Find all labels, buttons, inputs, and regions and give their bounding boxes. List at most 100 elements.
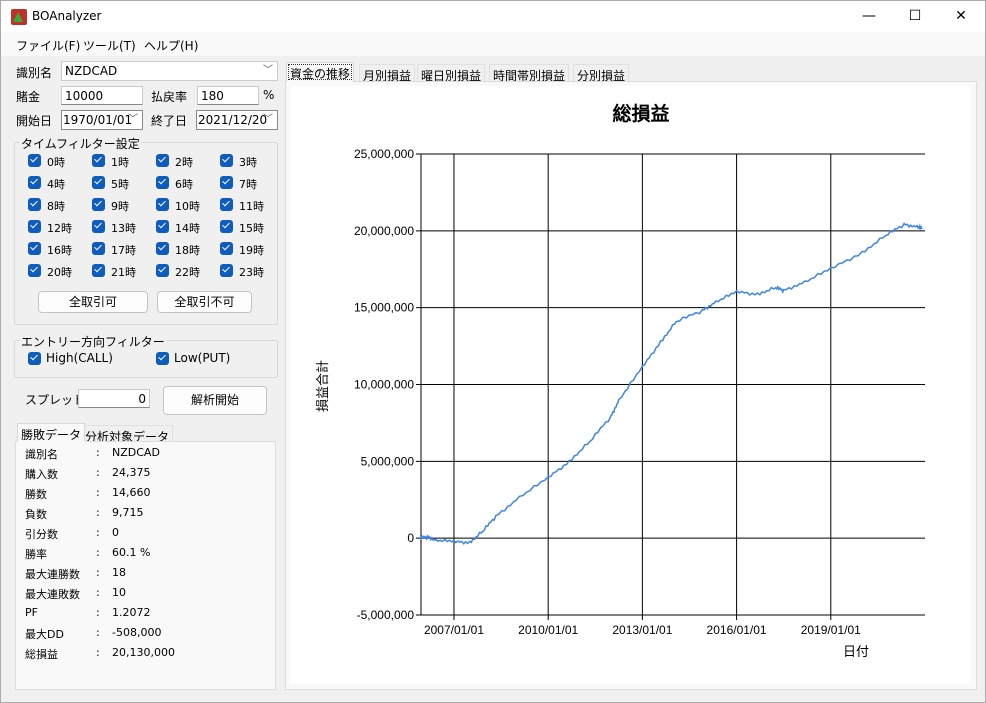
allow-all-button[interactable]: 全取引可: [38, 291, 148, 313]
hour-checkbox[interactable]: [92, 176, 105, 189]
chevron-down-icon: ﹀: [263, 65, 273, 76]
result-colon: :: [96, 466, 100, 479]
title-bar: BOAnalyzer — ☐ ✕: [1, 1, 985, 32]
identifier-label: 識別名: [16, 66, 53, 80]
close-button[interactable]: ✕: [938, 1, 984, 32]
hour-checkbox[interactable]: [220, 154, 233, 167]
menu-help[interactable]: ヘルプ(H): [144, 37, 198, 54]
hour-label: 12時: [47, 222, 72, 235]
y-tick-label: 5,000,000: [361, 454, 415, 468]
end-date-value: 2021/12/20: [198, 113, 268, 127]
hour-checkbox[interactable]: [156, 176, 169, 189]
stake-label: 賭金: [16, 90, 41, 104]
hour-checkbox[interactable]: [28, 176, 41, 189]
start-date-picker[interactable]: 1970/01/01 ﹀: [61, 110, 143, 130]
hour-label: 3時: [239, 156, 257, 169]
y-axis-label: 損益合計: [315, 360, 330, 412]
hour-label: 8時: [47, 200, 65, 213]
x-axis-label: 日付: [843, 644, 869, 659]
hour-checkbox[interactable]: [28, 198, 41, 211]
y-tick-label: 15,000,000: [354, 301, 414, 315]
hour-checkbox[interactable]: [220, 198, 233, 211]
spread-label: スプレッド: [25, 393, 86, 407]
chevron-down-icon: ﹀: [128, 114, 138, 125]
hour-label: 10時: [175, 200, 200, 213]
hour-checkbox[interactable]: [156, 242, 169, 255]
hour-label: 22時: [175, 266, 200, 279]
run-analysis-button[interactable]: 解析開始: [163, 386, 267, 415]
hour-label: 11時: [239, 200, 264, 213]
hour-label: 14時: [175, 222, 200, 235]
hour-checkbox[interactable]: [28, 264, 41, 277]
result-key: 総損益: [25, 648, 58, 661]
identifier-value: NZDCAD: [65, 64, 118, 78]
result-key: PF: [25, 606, 38, 619]
hour-checkbox[interactable]: [92, 220, 105, 233]
result-key: 識別名: [25, 448, 58, 461]
hour-label: 6時: [175, 178, 193, 191]
menu-bar: ファイル(F) ツール(T) ヘルプ(H): [1, 32, 985, 56]
result-value: 9,715: [112, 506, 144, 519]
hour-checkbox[interactable]: [156, 220, 169, 233]
hour-label: 9時: [111, 200, 129, 213]
chart-tab[interactable]: 月別損益: [359, 64, 416, 83]
hour-checkbox[interactable]: [92, 264, 105, 277]
hour-label: 17時: [111, 244, 136, 257]
y-tick-label: -5,000,000: [357, 608, 415, 622]
hour-label: 23時: [239, 266, 264, 279]
x-tick-label: 2019/01/01: [801, 623, 861, 637]
y-tick-label: 20,000,000: [354, 224, 414, 238]
hour-checkbox[interactable]: [220, 242, 233, 255]
result-key: 引分数: [25, 528, 58, 541]
spread-input[interactable]: 0: [78, 389, 150, 408]
minimize-button[interactable]: —: [846, 1, 892, 32]
hour-checkbox[interactable]: [28, 220, 41, 233]
hour-checkbox[interactable]: [28, 154, 41, 167]
menu-file[interactable]: ファイル(F): [16, 37, 80, 54]
maximize-button[interactable]: ☐: [892, 1, 938, 32]
x-tick-label: 2013/01/01: [612, 623, 672, 637]
low-put-checkbox[interactable]: [156, 352, 169, 365]
chevron-down-icon: ﹀: [263, 114, 273, 125]
menu-tools[interactable]: ツール(T): [83, 37, 136, 54]
high-call-checkbox[interactable]: [28, 352, 41, 365]
hour-label: 16時: [47, 244, 72, 257]
tab-analysis-data[interactable]: 分析対象データ: [81, 425, 174, 444]
end-date-picker[interactable]: 2021/12/20 ﹀: [196, 110, 278, 130]
hour-checkbox[interactable]: [156, 264, 169, 277]
result-value: 20,130,000: [112, 646, 175, 659]
deny-all-button[interactable]: 全取引不可: [157, 291, 252, 313]
hour-checkbox[interactable]: [220, 220, 233, 233]
hour-checkbox[interactable]: [92, 154, 105, 167]
hour-checkbox[interactable]: [220, 264, 233, 277]
app-window: BOAnalyzer — ☐ ✕ ファイル(F) ツール(T) ヘルプ(H) 識…: [0, 0, 986, 703]
hour-checkbox[interactable]: [28, 242, 41, 255]
result-value: 24,375: [112, 466, 151, 479]
stake-input[interactable]: 10000: [61, 86, 143, 105]
hour-label: 21時: [111, 266, 136, 279]
result-key: 最大連敗数: [25, 588, 80, 601]
chart-tab[interactable]: 時間帯別損益: [489, 64, 570, 83]
hour-label: 15時: [239, 222, 264, 235]
low-put-label: Low(PUT): [174, 351, 231, 365]
tab-win-loss[interactable]: 勝敗データ: [17, 423, 86, 442]
hour-checkbox[interactable]: [156, 198, 169, 211]
result-colon: :: [96, 446, 100, 459]
result-key: 負数: [25, 508, 47, 521]
chart-tab[interactable]: 資金の推移: [286, 62, 355, 82]
payout-input[interactable]: 180: [197, 86, 259, 105]
chart-tab[interactable]: 分別損益: [573, 64, 630, 83]
chart-tab[interactable]: 曜日別損益: [417, 64, 486, 83]
result-colon: :: [96, 546, 100, 559]
payout-unit: %: [263, 88, 275, 102]
result-key: 購入数: [25, 468, 58, 481]
identifier-combo[interactable]: NZDCAD ﹀: [61, 61, 278, 81]
y-tick-label: 25,000,000: [354, 147, 414, 161]
x-tick-label: 2010/01/01: [518, 623, 578, 637]
hour-checkbox[interactable]: [220, 176, 233, 189]
hour-checkbox[interactable]: [156, 154, 169, 167]
equity-chart: 総損益 -5,000,000 0 5,000,000 10,000,000 15,000…: [291, 86, 971, 684]
hour-checkbox[interactable]: [92, 198, 105, 211]
hour-checkbox[interactable]: [92, 242, 105, 255]
result-colon: :: [96, 526, 100, 539]
